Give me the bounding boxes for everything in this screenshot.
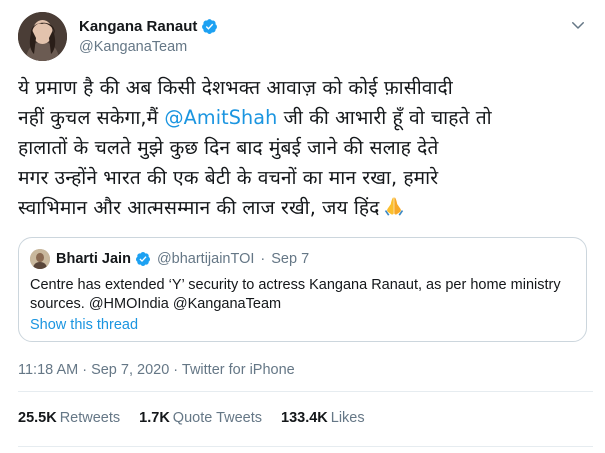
verified-badge-icon bbox=[201, 18, 218, 35]
quoted-body-line: sources. @HMOIndia @KanganaTeam bbox=[30, 296, 282, 312]
tweet-line: स्वाभिमान और आत्मसम्मान की लाज रखी, जय ह… bbox=[18, 193, 593, 226]
quoted-author-name: Bharti Jain bbox=[56, 251, 131, 267]
chevron-down-icon[interactable] bbox=[569, 16, 587, 34]
retweets-count: 25.5K bbox=[18, 410, 57, 426]
divider bbox=[18, 391, 593, 392]
quote-tweets-stat[interactable]: 1.7K Quote Tweets bbox=[139, 410, 262, 426]
quoted-date: Sep 7 bbox=[271, 251, 310, 267]
tweet-line: ये प्रमाण है की अब किसी देशभक्त आवाज़ को… bbox=[18, 76, 453, 99]
author-display-name[interactable]: Kangana Ranaut bbox=[79, 18, 197, 35]
tweet-timestamp[interactable]: 11:18 AM · Sep 7, 2020 · Twitter for iPh… bbox=[18, 362, 295, 378]
quoted-tweet-card[interactable]: Bharti Jain @bhartijainTOI · Sep 7 Centr… bbox=[18, 237, 587, 342]
quotes-label: Quote Tweets bbox=[172, 410, 262, 426]
tweet-text-segment: जी की आभारी हूँ वो चाहते तो bbox=[277, 106, 492, 129]
tweet-text-segment: स्वाभिमान और आत्मसम्मान की लाज रखी, जय ह… bbox=[18, 196, 380, 219]
tweet-line: नहीं कुचल सकेगा,मैं @AmitShah जी की आभार… bbox=[18, 103, 593, 133]
author-avatar[interactable] bbox=[18, 12, 67, 61]
likes-count: 133.4K bbox=[281, 410, 328, 426]
quoted-body-line: Centre has extended ‘Y’ security to actr… bbox=[30, 277, 561, 293]
tweet-line: हालातों के चलते मुझे कुछ दिन बाद मुंबई ज… bbox=[18, 136, 439, 159]
quoted-author-handle: @bhartijainTOI bbox=[156, 251, 255, 267]
tweet-header: Kangana Ranaut @KanganaTeam bbox=[18, 12, 593, 62]
tweet-text-segment: नहीं कुचल सकेगा,मैं bbox=[18, 106, 165, 129]
quoted-tweet-header: Bharti Jain @bhartijainTOI · Sep 7 bbox=[30, 249, 309, 269]
tweet-text: ये प्रमाण है की अब किसी देशभक्त आवाज़ को… bbox=[18, 73, 593, 226]
dot-separator: · bbox=[260, 251, 266, 267]
author-name-block: Kangana Ranaut @KanganaTeam bbox=[79, 15, 218, 55]
likes-label: Likes bbox=[330, 410, 365, 426]
quoted-author-avatar bbox=[30, 249, 50, 269]
divider bbox=[18, 446, 593, 447]
quoted-tweet-body: Centre has extended ‘Y’ security to actr… bbox=[30, 276, 575, 314]
tweet-line: मगर उन्होंने भारत की एक बेटी के वचनों का… bbox=[18, 166, 439, 189]
verified-badge-icon bbox=[135, 251, 151, 267]
retweets-stat[interactable]: 25.5K Retweets bbox=[18, 410, 120, 426]
mention-link[interactable]: @AmitShah bbox=[164, 106, 277, 129]
likes-stat[interactable]: 133.4K Likes bbox=[281, 410, 365, 426]
retweets-label: Retweets bbox=[59, 410, 121, 426]
folded-hands-icon bbox=[383, 195, 405, 226]
show-thread-link[interactable]: Show this thread bbox=[30, 317, 138, 333]
quotes-count: 1.7K bbox=[139, 410, 170, 426]
engagement-stats: 25.5K Retweets 1.7K Quote Tweets 133.4K Lik… bbox=[18, 410, 384, 426]
author-handle[interactable]: @KanganaTeam bbox=[79, 39, 218, 55]
